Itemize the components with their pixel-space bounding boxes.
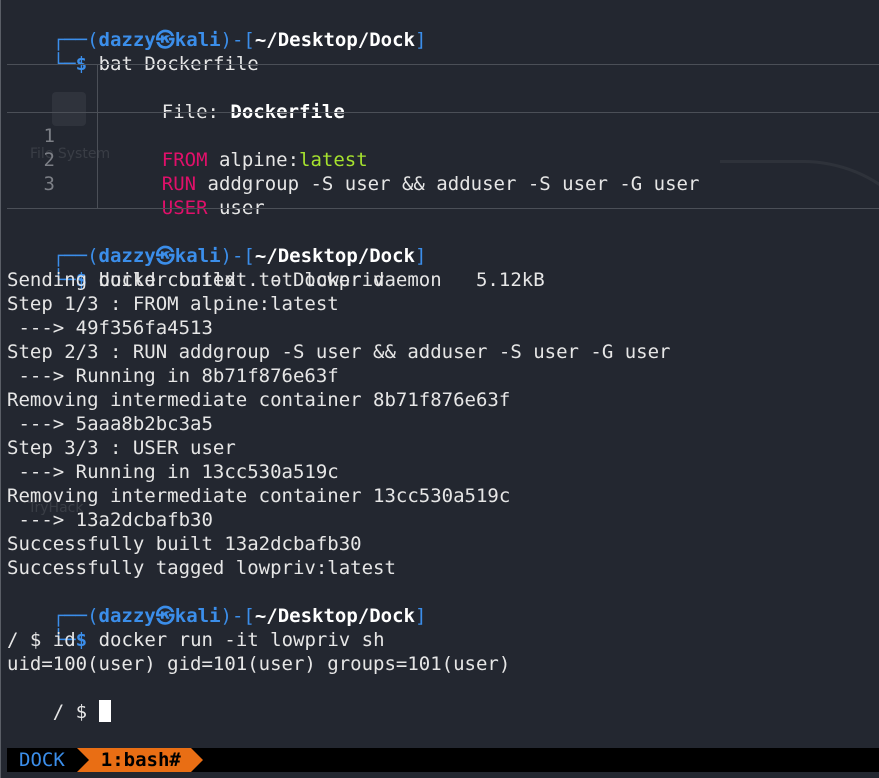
output-line: Sending build context to Docker daemon 5… [7, 269, 545, 291]
shell-line: / $ id [7, 629, 76, 651]
command-line-bat: └─$ bat Dockerfile [52, 53, 259, 75]
bat-line-number: 3 [43, 173, 55, 195]
bat-mid-rule [7, 112, 879, 113]
output-line: ---> 5aaa8b2bc3a5 [7, 413, 213, 435]
bat-top-rule [7, 64, 879, 65]
window-border [0, 0, 1, 778]
tmux-session-name[interactable]: DOCK [7, 748, 77, 772]
text-cursor [98, 700, 111, 722]
shell-line: uid=100(user) gid=101(user) groups=101(u… [7, 653, 511, 675]
command-line-build: └─$ docker build . -t lowpriv [52, 269, 385, 291]
output-line: Step 3/3 : USER user [7, 437, 236, 459]
bat-code-line-1: FROM alpine:latest [161, 149, 368, 171]
bat-line-number: 1 [43, 125, 55, 147]
terminal-window[interactable]: File System TryHack ┌──(dazzy㉿kali)-[~/D… [0, 0, 879, 778]
output-line: ---> Running in 13cc530a519c [7, 461, 339, 483]
output-line: ---> 13a2dcbafb30 [7, 509, 213, 531]
output-line: Removing intermediate container 13cc530a… [7, 485, 511, 507]
bat-bottom-rule [7, 208, 879, 209]
output-line: Successfully built 13a2dcbafb30 [7, 533, 362, 555]
output-line: Step 2/3 : RUN addgroup -S user && addus… [7, 341, 671, 363]
kali-dragon-watermark [720, 160, 879, 423]
bat-code-line-2: RUN addgroup -S user && adduser -S user … [161, 173, 700, 195]
bat-gutter-separator [97, 64, 98, 208]
bat-line-number: 2 [43, 149, 55, 171]
output-line: Step 1/3 : FROM alpine:latest [7, 293, 339, 315]
output-line: ---> Running in 8b71f876e63f [7, 365, 339, 387]
prompt-line-3: ┌──(dazzy㉿kali)-[~/Desktop/Dock] [52, 605, 427, 627]
output-line: Removing intermediate container 8b71f876… [7, 389, 511, 411]
tmux-status-bar: DOCK 1:bash# [7, 748, 879, 772]
prompt-line-2: ┌──(dazzy㉿kali)-[~/Desktop/Dock] [52, 245, 427, 267]
shell-input-line[interactable]: / $ [7, 676, 111, 723]
command-line-run: └─$ docker run -it lowpriv sh [52, 629, 385, 651]
bat-code-line-3: USER user [161, 197, 265, 219]
output-line: Successfully tagged lowpriv:latest [7, 557, 396, 579]
prompt-line-1: ┌──(dazzy㉿kali)-[~/Desktop/Dock] [52, 29, 427, 51]
tmux-window-tab[interactable]: 1:bash# [76, 748, 203, 772]
output-line: ---> 49f356fa4513 [7, 317, 213, 339]
desktop-folder-icon [52, 92, 86, 126]
bat-file-header: File: Dockerfile [161, 101, 345, 123]
